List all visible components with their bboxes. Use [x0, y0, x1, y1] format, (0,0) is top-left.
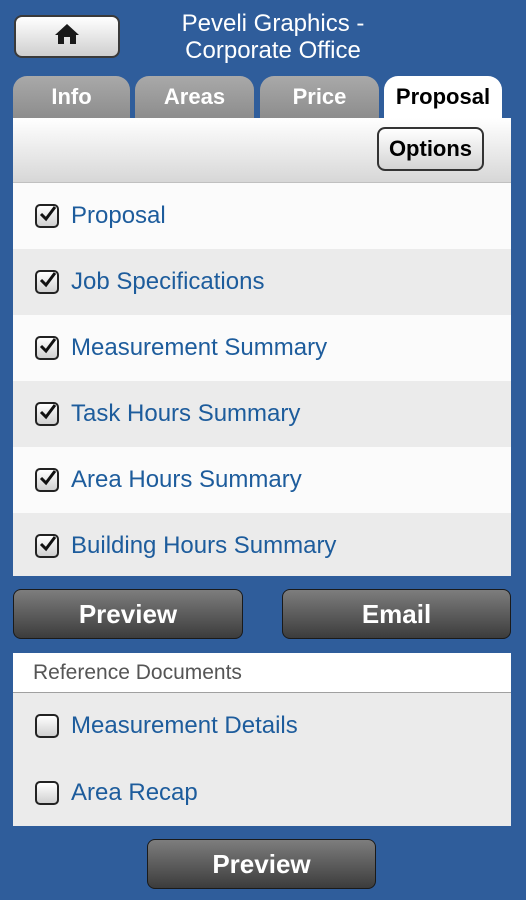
checkbox-unchecked[interactable]	[35, 714, 59, 738]
tab-proposal[interactable]: Proposal	[384, 76, 502, 118]
section-label: Job Specifications	[71, 268, 265, 295]
reference-documents-panel: Reference Documents Measurement Details …	[13, 653, 511, 826]
reference-label: Area Recap	[71, 778, 198, 806]
title-line-1: Peveli Graphics -	[181, 10, 365, 37]
section-row-task-hours-summary[interactable]: Task Hours Summary	[13, 381, 511, 447]
section-label: Proposal	[71, 202, 166, 229]
preview-button[interactable]: Preview	[13, 589, 243, 639]
section-label: Measurement Summary	[71, 334, 328, 361]
tab-areas[interactable]: Areas	[135, 76, 254, 118]
section-row-job-specifications[interactable]: Job Specifications	[13, 249, 511, 315]
page-title: Peveli Graphics - Corporate Office	[138, 10, 408, 64]
reference-row-area-recap[interactable]: Area Recap	[13, 759, 511, 826]
checkbox-unchecked[interactable]	[35, 780, 59, 805]
reference-label: Measurement Details	[71, 712, 298, 739]
checkbox-checked[interactable]	[35, 534, 59, 558]
checkbox-checked[interactable]	[35, 468, 59, 492]
proposal-sections-panel: Options Proposal Job Specifications Meas…	[13, 118, 511, 576]
home-icon	[54, 22, 80, 51]
checkbox-checked[interactable]	[35, 270, 59, 294]
section-row-area-hours-summary[interactable]: Area Hours Summary	[13, 447, 511, 513]
reference-row-measurement-details[interactable]: Measurement Details	[13, 693, 511, 759]
checkbox-checked[interactable]	[35, 402, 59, 426]
options-button[interactable]: Options	[377, 127, 484, 171]
section-row-measurement-summary[interactable]: Measurement Summary	[13, 315, 511, 381]
section-row-building-hours-summary[interactable]: Building Hours Summary	[13, 513, 511, 576]
checkbox-checked[interactable]	[35, 204, 59, 228]
reference-documents-header: Reference Documents	[13, 653, 511, 693]
section-label: Task Hours Summary	[71, 400, 301, 427]
reference-preview-button[interactable]: Preview	[147, 839, 376, 889]
tab-info[interactable]: Info	[13, 76, 130, 118]
section-label: Building Hours Summary	[71, 532, 337, 559]
section-row-proposal[interactable]: Proposal	[13, 183, 511, 249]
email-button[interactable]: Email	[282, 589, 511, 639]
tab-price[interactable]: Price	[260, 76, 379, 118]
home-button[interactable]	[14, 15, 120, 58]
title-line-2: Corporate Office	[185, 37, 361, 64]
options-bar: Options	[13, 118, 511, 183]
checkbox-checked[interactable]	[35, 336, 59, 360]
section-label: Area Hours Summary	[71, 466, 302, 493]
